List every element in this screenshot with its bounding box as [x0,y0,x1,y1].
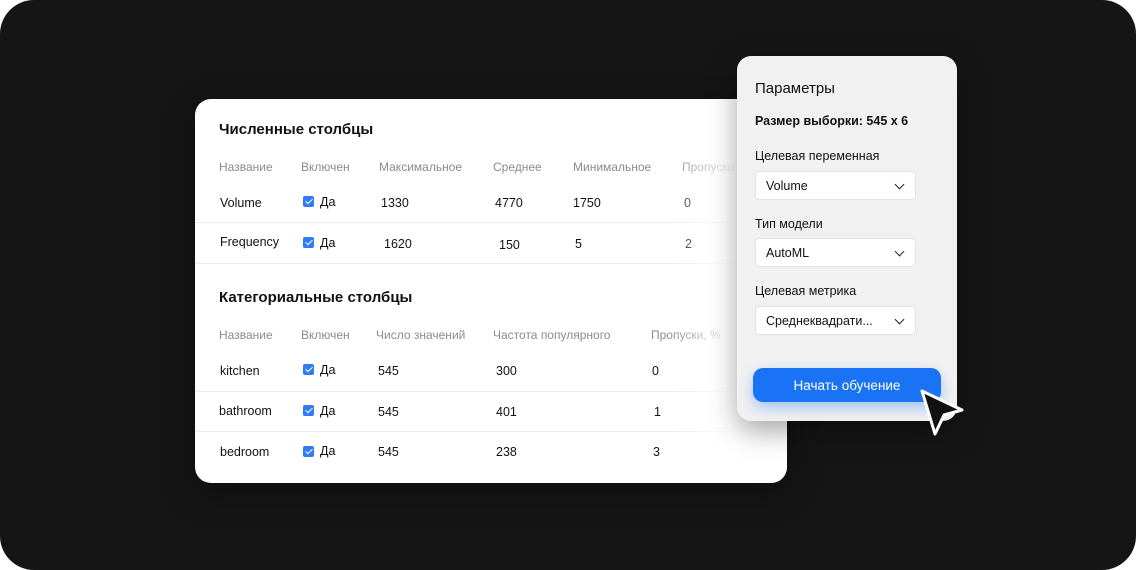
cell-name: bedroom [220,445,270,459]
cell-max: 1620 [384,237,412,251]
categorical-header-freq: Частота популярного [493,328,611,342]
categorical-header-enabled: Включен [301,328,350,342]
cell-freq: 238 [496,445,517,459]
cell-name: kitchen [220,364,260,378]
row-divider [195,391,735,392]
cell-enabled: Да [320,236,336,250]
target-metric-label: Целевая метрика [755,284,857,298]
cell-missing: 0 [652,364,659,378]
parameters-title: Параметры [755,80,835,97]
numeric-header-mean: Среднее [493,160,542,174]
chevron-down-icon [894,314,905,325]
numeric-section-title: Численные столбцы [219,121,374,138]
model-type-label: Тип модели [755,217,823,231]
categorical-header-count: Число значений [376,328,466,342]
model-type-value: AutoML [766,246,810,260]
numeric-header-name: Название [219,160,273,174]
cell-count: 545 [378,405,399,419]
cell-missing: 3 [653,445,660,459]
checkbox-checked-icon[interactable] [303,405,314,416]
cell-max: 1330 [381,196,409,210]
cell-name: Volume [220,196,262,210]
cell-count: 545 [378,364,399,378]
cell-mean: 4770 [495,196,523,210]
cell-freq: 401 [496,405,517,419]
cell-count: 545 [378,445,399,459]
target-metric-select[interactable]: Среднеквадрати... [755,306,916,335]
sample-size-label: Размер выборки: 545 x 6 [755,114,909,128]
columns-card: Численные столбцы Название Включен Макси… [195,99,787,483]
cell-enabled: Да [320,195,336,209]
numeric-header-max: Максимальное [379,160,463,174]
stage: Численные столбцы Название Включен Макси… [0,0,1136,570]
cell-enabled: Да [320,444,336,458]
target-variable-select[interactable]: Volume [755,171,916,200]
cell-missing: 1 [654,405,661,419]
mouse-pointer-icon [920,389,964,436]
checkbox-checked-icon[interactable] [303,237,314,248]
section-divider [195,263,787,264]
cell-freq: 300 [496,364,517,378]
chevron-down-icon [894,246,905,257]
categorical-section-title: Категориальные столбцы [219,289,413,306]
row-divider [195,222,735,223]
cell-enabled: Да [320,404,336,418]
cell-missing: 0 [684,196,691,210]
parameters-panel: Параметры Размер выборки: 545 x 6 Целева… [737,56,957,421]
chevron-down-icon [894,179,905,190]
checkbox-checked-icon[interactable] [303,364,314,375]
numeric-header-enabled: Включен [301,160,350,174]
cell-name: bathroom [219,404,272,418]
row-divider [195,431,735,432]
cell-name: Frequency [220,235,280,249]
cell-min: 5 [575,237,582,251]
cell-missing: 2 [685,237,692,251]
categorical-header-name: Название [219,328,273,342]
categorical-header-missing: Пропуски, % [651,328,721,342]
model-type-select[interactable]: AutoML [755,238,916,267]
target-variable-label: Целевая переменная [755,149,880,163]
cell-min: 1750 [573,196,601,210]
target-variable-value: Volume [766,179,808,193]
checkbox-checked-icon[interactable] [303,446,314,457]
numeric-header-missing: Пропуски [682,160,735,174]
cell-mean: 150 [499,238,520,252]
target-metric-value: Среднеквадрати... [766,314,873,328]
cell-enabled: Да [320,363,336,377]
numeric-header-min: Минимальное [573,160,652,174]
start-training-button[interactable]: Начать обучение [753,368,941,402]
checkbox-checked-icon[interactable] [303,196,314,207]
